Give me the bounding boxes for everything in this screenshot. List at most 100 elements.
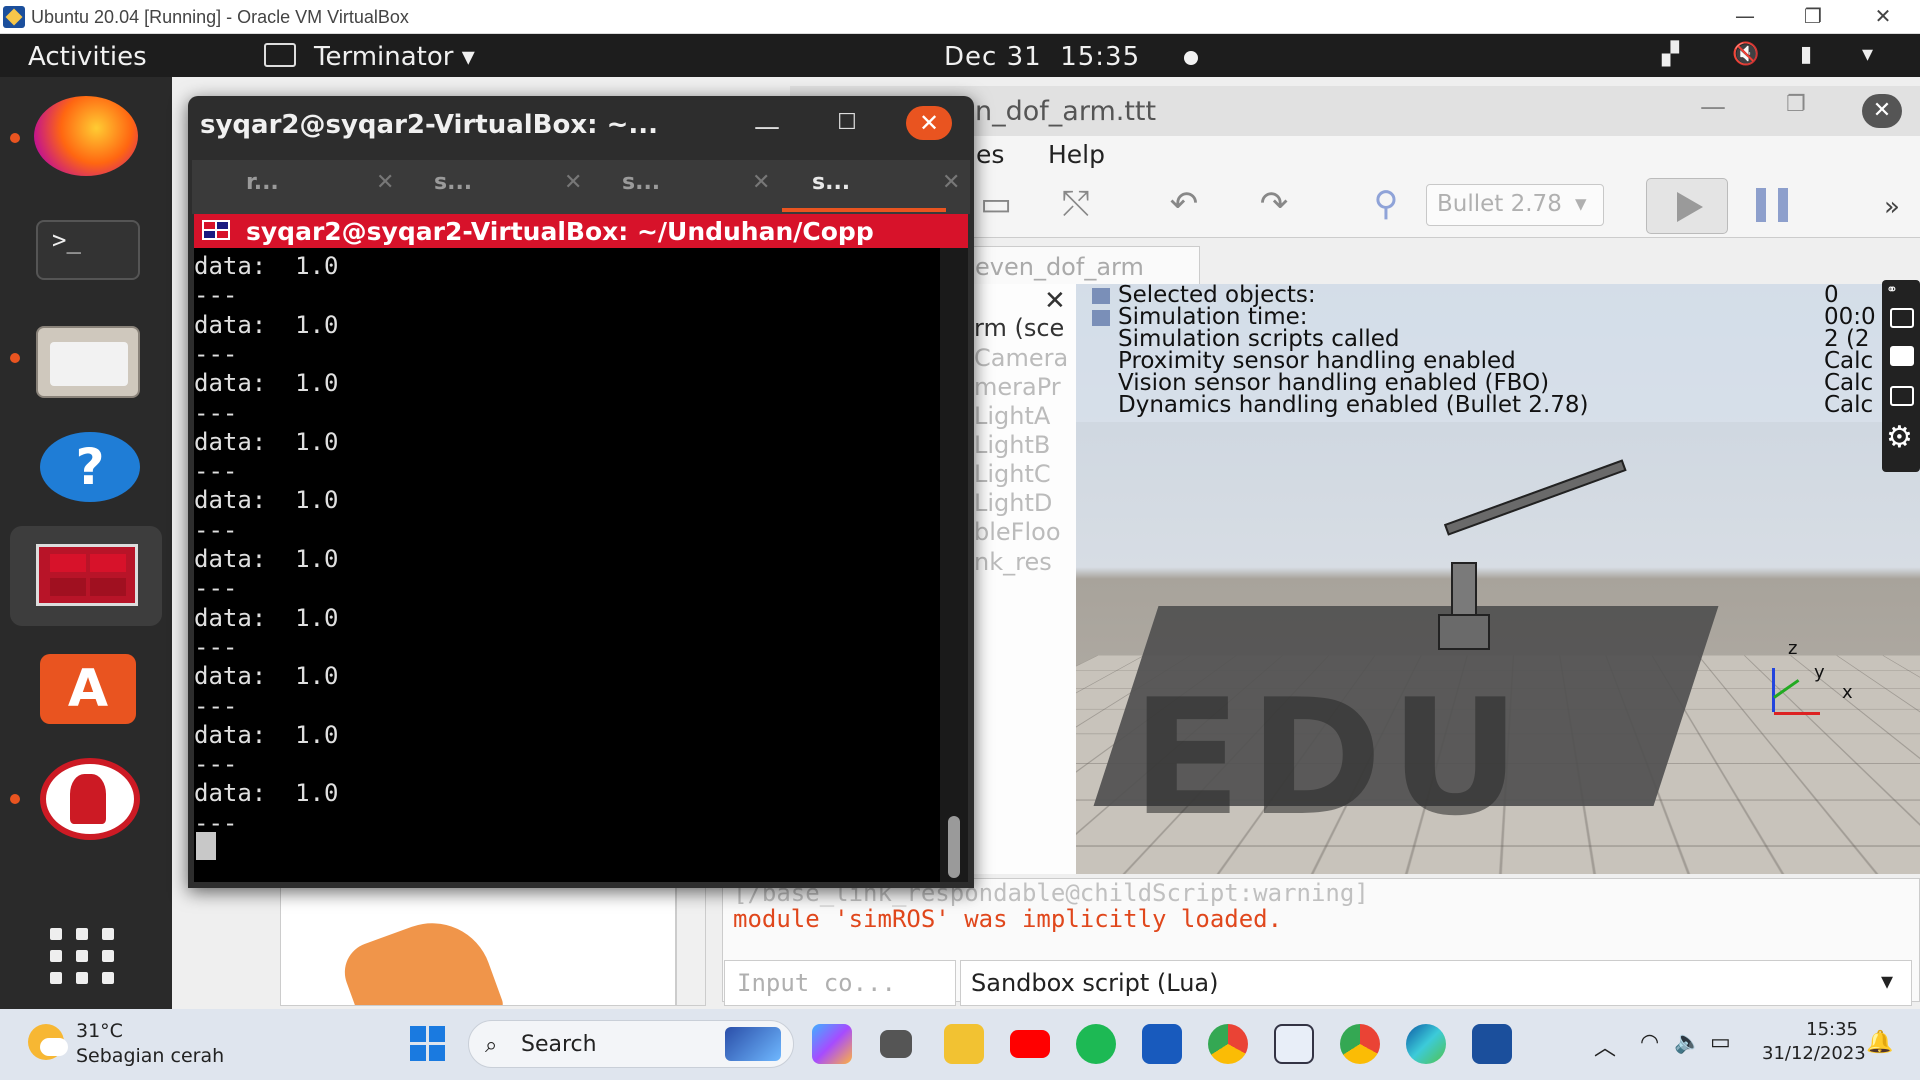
weather-temperature[interactable]: 31°C — [76, 1020, 123, 1042]
notifications-bell-icon[interactable]: 🔔 — [1866, 1030, 1893, 1055]
terminal-output[interactable]: data: 1.0 --- data: 1.0 --- data: 1.0 --- data… — [194, 248, 940, 882]
scene-viewport[interactable]: EDU Selected objects: Simulation time: S… — [1076, 284, 1920, 874]
taskbar-search[interactable]: ⌕ Search — [468, 1020, 794, 1068]
tab-close-icon[interactable]: ✕ — [564, 170, 582, 195]
show-applications-icon[interactable] — [46, 924, 126, 980]
video-icon[interactable] — [1890, 346, 1914, 366]
collapse-icon[interactable] — [1092, 288, 1110, 304]
edge-icon[interactable] — [1406, 1024, 1446, 1064]
hierarchy-item[interactable]: rm (sce — [974, 314, 1064, 342]
hierarchy-item[interactable]: LightB — [974, 431, 1050, 459]
hierarchy-item[interactable]: LightC — [974, 460, 1051, 488]
ubuntu-software-icon[interactable]: A — [10, 640, 162, 740]
terminal-scrollbar[interactable] — [940, 248, 968, 882]
expand-icon[interactable] — [1092, 310, 1110, 326]
tab-close-icon[interactable]: ✕ — [752, 170, 770, 195]
volume-muted-icon[interactable]: 🔇 — [1732, 42, 1759, 67]
taskbar-date: 31/12/2023 — [1762, 1043, 1866, 1064]
host-restore-button[interactable]: ❐ — [1778, 0, 1848, 34]
hierarchy-item[interactable]: nk_res — [974, 548, 1052, 576]
link-icon[interactable]: ⚭ — [1886, 282, 1898, 298]
dynamics-icon[interactable]: ⚲ — [1356, 184, 1416, 228]
coppeliasim-edu-icon[interactable] — [10, 750, 162, 850]
tab-close-icon[interactable]: ✕ — [942, 170, 960, 195]
network-icon[interactable]: ▞ — [1662, 42, 1679, 67]
terminal-line: --- — [194, 281, 238, 310]
hierarchy-item[interactable]: bleFloo — [974, 518, 1061, 546]
activities-button[interactable]: Activities — [28, 42, 147, 72]
object-rotate-icon[interactable]: ⤲ — [1046, 184, 1106, 228]
virtualbox-icon[interactable] — [1472, 1024, 1512, 1064]
hierarchy-item[interactable]: LightA — [974, 402, 1050, 430]
clock-date: Dec 31 — [944, 42, 1042, 72]
clock[interactable]: Dec 31 15:35 — [944, 42, 1140, 72]
hierarchy-item[interactable]: LightD — [974, 489, 1052, 517]
files-icon[interactable] — [10, 312, 162, 412]
hierarchy-item[interactable]: Camera — [974, 344, 1068, 372]
youtube-icon[interactable] — [1010, 1030, 1050, 1058]
virtualbox-3d-icon[interactable] — [1274, 1024, 1314, 1064]
wifi-icon[interactable]: ◠ — [1640, 1030, 1659, 1055]
show-hidden-icons-icon[interactable]: ︿ — [1594, 1030, 1616, 1062]
taskbar-clock[interactable]: 15:35 31/12/2023 — [1762, 1018, 1866, 1066]
tab-label: s... — [434, 170, 473, 195]
virtualbox-logo-icon — [3, 6, 25, 28]
speaker-icon[interactable]: 🔈 — [1674, 1030, 1701, 1055]
command-input[interactable]: Input co... — [724, 960, 956, 1006]
terminal-tab[interactable]: r... ✕ — [246, 170, 426, 206]
task-view-icon[interactable] — [880, 1030, 912, 1058]
terminal-line: data: 1.0 — [194, 662, 339, 691]
weather-condition[interactable]: Sebagian cerah — [76, 1045, 224, 1067]
model-browser-scrollbar[interactable] — [676, 886, 706, 1006]
menu-item-help[interactable]: Help — [1048, 140, 1105, 169]
system-menu-icon[interactable]: ▾ — [1862, 42, 1873, 67]
terminal-tab[interactable]: s... ✕ — [434, 170, 614, 206]
terminal-icon[interactable]: >_ — [10, 200, 162, 300]
z-axis-icon — [1772, 668, 1775, 712]
file-explorer-icon[interactable] — [944, 1024, 984, 1064]
taskbar-time: 15:35 — [1806, 1019, 1858, 1040]
terminator-close-button[interactable]: ✕ — [906, 106, 952, 140]
word-icon[interactable] — [1142, 1024, 1182, 1064]
hierarchy-item[interactable]: meraPr — [974, 373, 1061, 401]
terminal-scrollbar-thumb[interactable] — [948, 816, 960, 878]
terminal-tab-active[interactable]: s... ✕ — [812, 170, 992, 206]
terminal-tab[interactable]: s... ✕ — [622, 170, 802, 206]
terminator-minimize-button[interactable]: — — [752, 112, 782, 142]
script-type-select[interactable]: Sandbox script (Lua) ▾ — [960, 960, 1912, 1006]
physics-engine-select[interactable]: Bullet 2.78 ▾ — [1426, 184, 1604, 226]
close-icon[interactable]: ✕ — [1044, 286, 1066, 316]
scene-tab[interactable]: even_dof_arm — [968, 246, 1200, 284]
terminator-maximize-button[interactable]: ☐ — [832, 110, 862, 140]
camera-icon[interactable] — [1890, 308, 1914, 328]
weather-icon[interactable] — [28, 1024, 68, 1060]
host-close-button[interactable]: ✕ — [1848, 0, 1918, 34]
help-icon[interactable]: ? — [10, 420, 162, 520]
battery-charging-icon[interactable]: ▭ — [1710, 1030, 1731, 1055]
coppeliasim-minimize-button[interactable]: — — [1700, 92, 1726, 122]
copilot-icon[interactable] — [812, 1024, 852, 1064]
windows-start-button[interactable] — [410, 1026, 446, 1062]
spotify-icon[interactable] — [1076, 1024, 1116, 1064]
menu-item-modules[interactable]: es — [976, 140, 1004, 169]
app-menu[interactable]: Terminator ▾ — [314, 42, 475, 72]
coppeliasim-close-button[interactable]: ✕ — [1862, 94, 1902, 128]
firefox-icon[interactable] — [10, 82, 162, 182]
chrome-icon[interactable] — [1340, 1024, 1380, 1064]
redo-icon[interactable]: ↷ — [1244, 184, 1304, 228]
host-minimize-button[interactable]: — — [1710, 0, 1780, 34]
terminator-group-icon[interactable] — [202, 220, 230, 240]
terminator-icon[interactable] — [10, 526, 162, 626]
chrome-profile-icon[interactable] — [1208, 1024, 1248, 1064]
undo-icon[interactable]: ↶ — [1154, 184, 1214, 228]
pause-simulation-button[interactable] — [1752, 188, 1798, 224]
toolbar-overflow-icon[interactable]: » — [1884, 192, 1900, 222]
console-line: module 'simROS' was implicitly loaded. — [733, 905, 1283, 933]
gear-icon[interactable]: ⚙ — [1886, 420, 1913, 455]
info-value: 00:0 — [1824, 304, 1876, 330]
battery-icon[interactable]: ▮ — [1800, 42, 1812, 67]
window-icon[interactable] — [1890, 386, 1914, 406]
coppeliasim-restore-button[interactable]: ❐ — [1786, 92, 1806, 117]
start-simulation-button[interactable] — [1646, 178, 1728, 234]
tab-close-icon[interactable]: ✕ — [376, 170, 394, 195]
